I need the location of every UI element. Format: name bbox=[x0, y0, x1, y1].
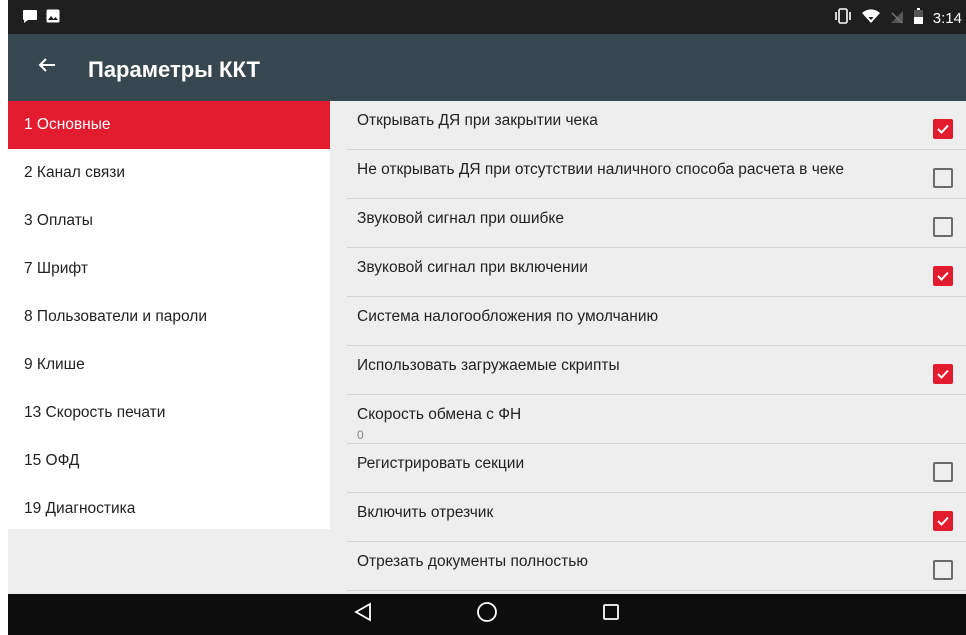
nav-recents-button[interactable] bbox=[597, 601, 625, 629]
setting-label: Не открывать ДЯ при отсутствии наличного… bbox=[357, 161, 844, 178]
setting-label: Звуковой сигнал при ошибке bbox=[357, 210, 564, 227]
screen: 3:14 Параметры ККТ 1 Основные 2 Канал св… bbox=[0, 0, 966, 635]
checkmark-icon bbox=[937, 124, 949, 134]
sidebar-item-label: 9 Клише bbox=[24, 356, 85, 373]
setting-row[interactable]: Звуковой сигнал при ошибке bbox=[347, 199, 966, 248]
sidebar-item-connection[interactable]: 2 Канал связи bbox=[8, 149, 330, 197]
sidebar-item-label: 2 Канал связи bbox=[24, 164, 126, 181]
setting-row[interactable]: Система налогообложения по умолчанию bbox=[347, 297, 966, 346]
message-notification-icon bbox=[22, 9, 38, 28]
sidebar-item-label: 7 Шрифт bbox=[24, 260, 88, 277]
setting-row[interactable]: Не открывать ДЯ при отсутствии наличного… bbox=[347, 150, 966, 199]
nav-back-button[interactable] bbox=[349, 601, 377, 629]
no-signal-icon bbox=[890, 9, 904, 28]
recents-square-icon bbox=[602, 603, 620, 626]
setting-label: Звуковой сигнал при включении bbox=[357, 259, 588, 276]
setting-row[interactable]: Звуковой сигнал при включении bbox=[347, 248, 966, 297]
back-button[interactable] bbox=[30, 50, 64, 84]
settings-list: Открывать ДЯ при закрытии чека Не открыв… bbox=[347, 101, 966, 594]
status-bar: 3:14 bbox=[8, 0, 966, 34]
setting-checkbox[interactable] bbox=[933, 364, 953, 384]
checkmark-icon bbox=[937, 369, 949, 379]
setting-checkbox[interactable] bbox=[933, 560, 953, 580]
setting-checkbox[interactable] bbox=[933, 266, 953, 286]
setting-label: Регистрировать секции bbox=[357, 455, 525, 472]
nav-home-button[interactable] bbox=[473, 601, 501, 629]
setting-checkbox[interactable] bbox=[933, 511, 953, 531]
status-time: 3:14 bbox=[932, 9, 962, 27]
setting-checkbox[interactable] bbox=[933, 168, 953, 188]
setting-label: Открывать ДЯ при закрытии чека bbox=[357, 112, 598, 129]
vibrate-icon bbox=[834, 8, 852, 28]
arrow-left-icon bbox=[38, 57, 56, 78]
sidebar-item-print-speed[interactable]: 13 Скорость печати bbox=[8, 389, 330, 437]
setting-row[interactable]: Открывать ДЯ при закрытии чека bbox=[347, 101, 966, 150]
battery-icon bbox=[913, 8, 923, 28]
setting-row[interactable]: Отрезать документы полностью bbox=[347, 542, 966, 591]
sidebar-item-label: 3 Оплаты bbox=[24, 212, 93, 229]
back-triangle-icon bbox=[354, 602, 372, 627]
tablet-screen: 3:14 Параметры ККТ 1 Основные 2 Канал св… bbox=[8, 0, 966, 635]
setting-label: Скорость обмена с ФН bbox=[357, 406, 522, 423]
image-notification-icon bbox=[46, 9, 60, 28]
setting-label: Использовать загружаемые скрипты bbox=[357, 357, 620, 374]
page-title: Параметры ККТ bbox=[88, 57, 260, 82]
app-bar: Параметры ККТ bbox=[8, 34, 966, 101]
setting-row[interactable]: Регистрировать секции bbox=[347, 444, 966, 493]
sidebar-item-label: 8 Пользователи и пароли bbox=[24, 308, 207, 325]
sidebar-item-diagnostics[interactable]: 19 Диагностика bbox=[8, 485, 330, 533]
setting-row[interactable]: Скорость обмена с ФН 0 bbox=[347, 395, 966, 444]
sidebar-item-label: 13 Скорость печати bbox=[24, 404, 166, 421]
checkmark-icon bbox=[937, 271, 949, 281]
sidebar-item-payments[interactable]: 3 Оплаты bbox=[8, 197, 330, 245]
setting-label: Система налогообложения по умолчанию bbox=[357, 308, 659, 325]
setting-label: Отрезать документы полностью bbox=[357, 553, 588, 570]
setting-row[interactable]: Включить отрезчик bbox=[347, 493, 966, 542]
sidebar-item-cliche[interactable]: 9 Клише bbox=[8, 341, 330, 389]
sidebar-empty-area bbox=[8, 529, 330, 594]
setting-value: 0 bbox=[357, 428, 364, 442]
sidebar-item-main[interactable]: 1 Основные bbox=[8, 101, 330, 149]
setting-checkbox[interactable] bbox=[933, 119, 953, 139]
setting-label: Включить отрезчик bbox=[357, 504, 494, 521]
setting-checkbox[interactable] bbox=[933, 462, 953, 482]
sidebar-item-ofd[interactable]: 15 ОФД bbox=[8, 437, 330, 485]
sidebar: 1 Основные 2 Канал связи 3 Оплаты 7 Шриф… bbox=[8, 101, 330, 529]
setting-row[interactable]: Использовать загружаемые скрипты bbox=[347, 346, 966, 395]
sidebar-item-label: 19 Диагностика bbox=[24, 500, 136, 517]
sidebar-item-font[interactable]: 7 Шрифт bbox=[8, 245, 330, 293]
sidebar-item-label: 1 Основные bbox=[24, 116, 111, 133]
wifi-icon bbox=[861, 8, 880, 28]
sidebar-item-users[interactable]: 8 Пользователи и пароли bbox=[8, 293, 330, 341]
setting-checkbox[interactable] bbox=[933, 217, 953, 237]
sidebar-item-label: 15 ОФД bbox=[24, 452, 80, 469]
home-circle-icon bbox=[476, 601, 498, 628]
navigation-bar bbox=[8, 594, 966, 635]
checkmark-icon bbox=[937, 516, 949, 526]
